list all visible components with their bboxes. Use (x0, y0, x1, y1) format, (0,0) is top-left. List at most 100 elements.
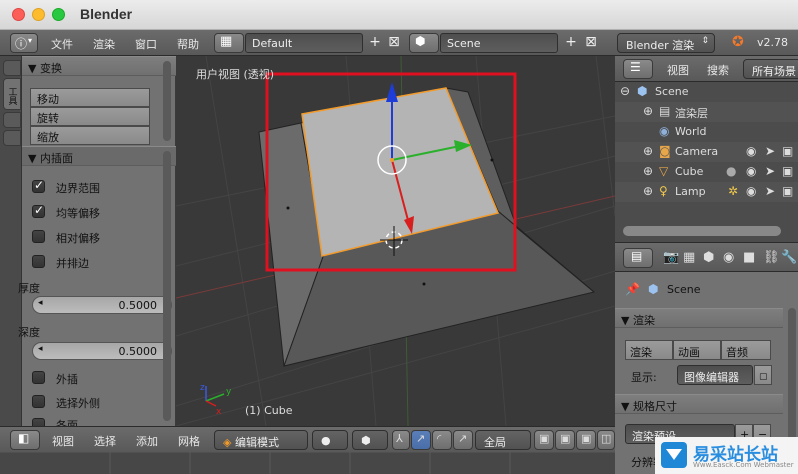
scale-manipulator-toggle[interactable]: ↗ (453, 430, 473, 450)
thickness-field[interactable]: ◂ 0.5000 (32, 296, 172, 314)
outliner-row-renderlayer[interactable]: ⊕ ▤ 渲染层 (615, 102, 798, 122)
shelf-scrollbar-top[interactable] (163, 61, 171, 141)
cursor-select-icon[interactable]: ➤ (765, 184, 775, 198)
render-tab-icon[interactable]: 📷 (663, 250, 679, 265)
outliner-row-camera[interactable]: ⊕ ◙ Camera ◉ ➤ ▣ (615, 142, 798, 162)
expand-icon[interactable]: ⊕ (643, 184, 653, 198)
lock-toggle[interactable]: ▢ (754, 365, 772, 385)
expand-icon[interactable]: ⊕ (643, 164, 653, 178)
remove-scene-button[interactable]: ⊠ (582, 34, 600, 52)
scene-tab-icon[interactable]: ⬢ (703, 250, 714, 265)
render-camera-icon[interactable]: ▣ (782, 164, 793, 178)
collapse-icon[interactable]: ⊖ (620, 84, 630, 98)
editor-type-button[interactable]: ⓘ ▾ (10, 33, 38, 53)
z-arrow-icon[interactable] (386, 82, 398, 102)
minimize-window-button[interactable] (32, 8, 45, 21)
tab-blank-1[interactable] (3, 60, 21, 76)
rotate-button[interactable]: 旋转 (30, 107, 150, 126)
expand-icon[interactable]: ⊕ (643, 104, 653, 118)
remove-layout-button[interactable]: ⊠ (385, 34, 403, 52)
modifiers-tab-icon[interactable]: 🔧 (781, 250, 797, 265)
pivot-dropdown[interactable]: ⬢ (352, 430, 388, 450)
shading-dropdown[interactable]: ● (312, 430, 348, 450)
zoom-window-button[interactable] (52, 8, 65, 21)
viewport-canvas[interactable]: z y x (176, 56, 615, 426)
viewport-menu-mesh[interactable]: 网格 (178, 433, 200, 449)
select-outer-checkbox[interactable] (32, 395, 45, 408)
3d-viewport[interactable]: z y x 用户视图 (透视) (1) Cube (176, 56, 615, 426)
occlude-geometry-toggle[interactable]: ◫ (597, 430, 615, 450)
world-tab-icon[interactable]: ◉ (723, 250, 734, 265)
rotate-manipulator-toggle[interactable]: ◜ (432, 430, 452, 450)
tab-blank-3[interactable] (3, 130, 21, 146)
outliner-menu-search[interactable]: 搜索 (707, 62, 729, 78)
mode-dropdown[interactable]: ◈ 编辑模式 (214, 430, 308, 450)
render-camera-icon[interactable]: ▣ (782, 184, 793, 198)
dimensions-panel-header[interactable]: ▼ 规格尺寸 (615, 394, 783, 414)
outliner-filter-dropdown[interactable]: 所有场景 (743, 59, 798, 79)
depth-label: 深度 (18, 326, 40, 339)
orientation-dropdown[interactable]: 全局 (475, 430, 531, 450)
render-layers-tab-icon[interactable]: ▦ (683, 250, 695, 265)
screen-layout-field[interactable]: Default (245, 33, 363, 53)
render-camera-icon[interactable]: ▣ (782, 144, 793, 158)
outset-checkbox[interactable] (32, 371, 45, 384)
move-button[interactable]: 移动 (30, 88, 150, 107)
scene-selector-button[interactable]: ⬢ (409, 33, 439, 53)
edge-rail-checkbox[interactable] (32, 255, 45, 268)
relative-offset-checkbox[interactable] (32, 230, 45, 243)
pin-icon[interactable]: 📌 (625, 282, 640, 296)
outliner-hscrollbar[interactable] (623, 226, 781, 236)
cursor-select-icon[interactable]: ➤ (765, 144, 775, 158)
scale-button[interactable]: 缩放 (30, 126, 150, 145)
eye-icon[interactable]: ◉ (746, 164, 756, 178)
even-offset-checkbox[interactable] (32, 203, 45, 218)
close-window-button[interactable] (12, 8, 25, 21)
outliner-row-cube[interactable]: ⊕ ▽ Cube ● ◉ ➤ ▣ (615, 162, 798, 182)
object-tab-icon[interactable]: ■ (743, 250, 755, 265)
outliner-menu-view[interactable]: 视图 (667, 62, 689, 78)
screen-layout-button[interactable]: ▦ (214, 33, 244, 53)
properties-editor-type-button[interactable]: ▤ (623, 248, 653, 268)
manipulator-toggle[interactable]: ⅄ (392, 430, 410, 450)
add-layout-button[interactable]: + (366, 34, 384, 52)
outliner-row-scene[interactable]: ⊖ ⬢ Scene (615, 82, 798, 102)
render-engine-dropdown[interactable]: Blender 渲染 ⇕ (617, 33, 715, 53)
outliner-row-world[interactable]: ◉ World (615, 122, 798, 142)
viewport-editor-type-button[interactable]: ◧ (10, 430, 40, 450)
face-select-mode[interactable]: ▣ (576, 430, 596, 450)
expand-icon[interactable]: ⊕ (643, 144, 653, 158)
constraints-tab-icon[interactable]: ⛓ (763, 250, 780, 265)
viewport-menu-select[interactable]: 选择 (94, 433, 116, 449)
inset-panel-header[interactable]: ▼ 内插面 (22, 146, 176, 166)
tab-blank-2[interactable] (3, 112, 21, 128)
tab-tools[interactable]: 工具 (3, 78, 21, 110)
viewport-menu-add[interactable]: 添加 (136, 433, 158, 449)
vertex-select-mode[interactable]: ▣ (534, 430, 554, 450)
render-panel-header[interactable]: ▼ 渲染 (615, 308, 783, 328)
render-button[interactable]: 渲染 (625, 340, 673, 360)
eye-icon[interactable]: ◉ (746, 144, 756, 158)
cursor-select-icon[interactable]: ➤ (765, 164, 775, 178)
translate-manipulator-toggle[interactable]: ↗ (411, 430, 431, 450)
timeline[interactable] (0, 451, 615, 474)
menu-window[interactable]: 窗口 (135, 36, 157, 52)
outliner-row-lamp[interactable]: ⊕ ♀ Lamp ✲ ◉ ➤ ▣ (615, 182, 798, 202)
outliner-editor-type-button[interactable]: ☰ (623, 59, 653, 79)
properties-scrollbar[interactable] (788, 308, 796, 458)
menu-render[interactable]: 渲染 (93, 36, 115, 52)
eye-icon[interactable]: ◉ (746, 184, 756, 198)
display-dropdown[interactable]: 图像编辑器 (677, 365, 753, 385)
audio-button[interactable]: 音频 (721, 340, 771, 360)
shelf-scrollbar[interactable] (163, 151, 171, 421)
scene-field[interactable]: Scene (440, 33, 558, 53)
animation-button[interactable]: 动画 (673, 340, 721, 360)
edge-select-mode[interactable]: ▣ (555, 430, 575, 450)
add-scene-button[interactable]: + (562, 34, 580, 52)
depth-field[interactable]: ◂ 0.5000 (32, 342, 172, 360)
menu-help[interactable]: 帮助 (177, 36, 199, 52)
boundary-checkbox[interactable] (32, 178, 45, 193)
menu-file[interactable]: 文件 (51, 36, 73, 52)
transform-panel-header[interactable]: ▼ 变换 (22, 56, 176, 76)
viewport-menu-view[interactable]: 视图 (52, 433, 74, 449)
